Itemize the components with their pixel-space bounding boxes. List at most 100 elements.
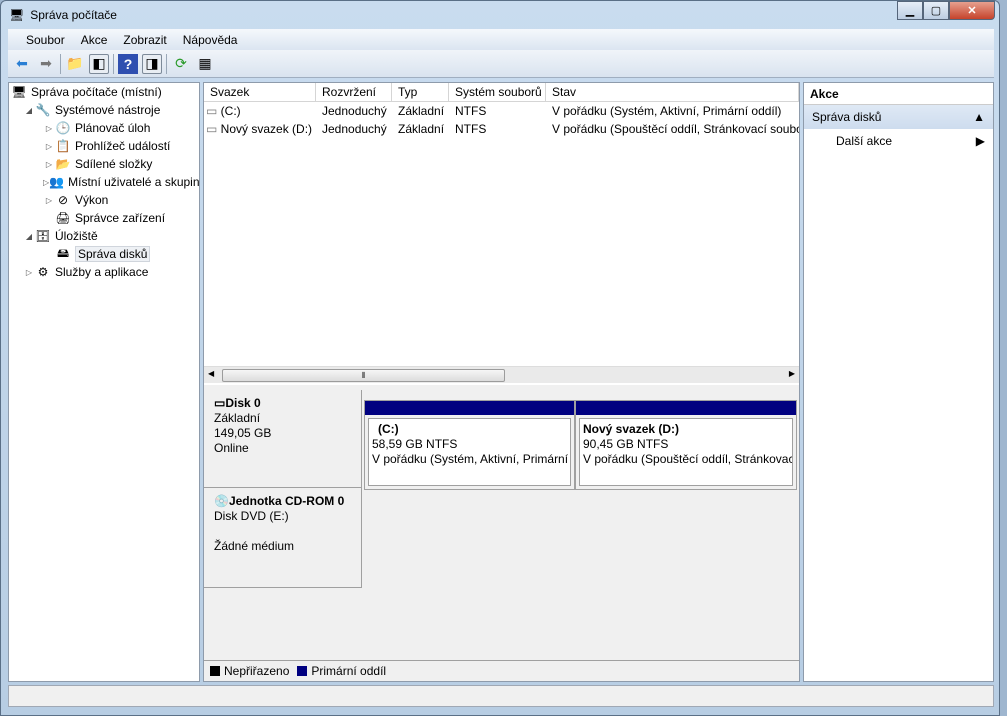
- disk-name: Jednotka CD-ROM 0: [228, 494, 345, 508]
- show-hide-console-tree-icon[interactable]: ◧: [89, 53, 109, 74]
- section-label: Správa disků: [812, 110, 882, 124]
- close-button[interactable]: ✕: [949, 1, 995, 20]
- horizontal-scrollbar[interactable]: ◀ ⦀ ▶: [204, 366, 799, 383]
- tree-item[interactable]: 🖥 Správa počítače (místní): [9, 83, 199, 101]
- disk-name: Disk 0: [225, 396, 261, 410]
- column-header-system-souboru[interactable]: Systém souborů: [449, 83, 546, 101]
- expand-arrow-icon[interactable]: ◢: [23, 232, 35, 241]
- table-cell: Základní: [392, 104, 449, 118]
- partition-d[interactable]: Nový svazek (D:) 90,45 GB NTFS V pořádku…: [575, 400, 797, 490]
- forward-icon[interactable]: ➡: [36, 54, 56, 74]
- toolbar: ⬅ ➡ 📁 ◧ ? ◨ ⟳ ▦: [8, 50, 994, 78]
- tree-item[interactable]: 🖨 Správce zařízení: [9, 209, 199, 227]
- cdrom-icon: 💿: [214, 494, 229, 508]
- menu-napoveda[interactable]: Nápověda: [175, 33, 246, 47]
- disk-graph: ▭Disk 0 Základní 149,05 GB Online (C:) 5…: [204, 390, 799, 660]
- partition-name: (C:): [378, 422, 399, 436]
- computer-management-icon: 🖥: [9, 8, 25, 22]
- scrollbar-thumb[interactable]: ⦀: [222, 369, 505, 382]
- expand-arrow-icon[interactable]: ◢: [23, 106, 35, 115]
- tree-item[interactable]: ▷ 📋 Prohlížeč událostí: [9, 137, 199, 155]
- expand-arrow-icon[interactable]: ▷: [43, 196, 55, 205]
- column-header-svazek[interactable]: Svazek: [204, 83, 316, 101]
- disk-type: Základní: [214, 411, 261, 425]
- column-header-stav[interactable]: Stav: [546, 83, 799, 101]
- tree-item-label: Správa počítače (místní): [31, 85, 162, 99]
- legend-label: Nepřiřazeno: [224, 664, 290, 678]
- table-row[interactable]: ▭ Nový svazek (D:) Jednoduchý Základní NTFS…: [204, 120, 799, 138]
- item-label: Další akce: [836, 134, 893, 148]
- tree-item[interactable]: ▷ 📂 Sdílené složky: [9, 155, 199, 173]
- tree-item[interactable]: ▷ 🕒 Plánovač úloh: [9, 119, 199, 137]
- table-row[interactable]: ▭ (C:) Jednoduchý Základní NTFS V pořádku (S…: [204, 102, 799, 120]
- disk-0-label[interactable]: ▭Disk 0 Základní 149,05 GB Online: [204, 390, 362, 488]
- partition-status: V pořádku (Spouštěcí oddíl, Stránkovac: [583, 452, 793, 466]
- menu-zobrazit[interactable]: Zobrazit: [115, 33, 174, 47]
- help-icon[interactable]: ?: [118, 53, 138, 74]
- expand-arrow-icon[interactable]: ▷: [43, 124, 55, 133]
- tree-item-label: Úložiště: [55, 229, 98, 243]
- disk-status: Žádné médium: [214, 539, 295, 553]
- window-title: Správa počítače: [30, 8, 117, 22]
- tree-item-label: Prohlížeč událostí: [75, 139, 171, 153]
- expand-arrow-icon[interactable]: ▷: [43, 160, 55, 169]
- table-cell: V pořádku (Spouštěcí oddíl, Stránkovací …: [546, 122, 799, 136]
- back-icon[interactable]: ⬅: [12, 54, 32, 74]
- tree-item[interactable]: ◢ 🗄 Úložiště: [9, 227, 199, 245]
- services-icon: ⚙: [37, 265, 49, 279]
- actions-section-disk-management[interactable]: Správa disků ▲: [804, 105, 993, 129]
- cell-text: Základní: [398, 104, 445, 118]
- tree-item-label: Systémové nástroje: [55, 103, 161, 117]
- cell-text: Jednoduchý: [322, 104, 387, 118]
- column-header-rozvrzeni[interactable]: Rozvržení: [316, 83, 392, 101]
- legend-label: Primární oddíl: [311, 664, 387, 678]
- volume-icon: ▭: [206, 104, 221, 118]
- tree-item[interactable]: ◢ 🔧 Systémové nástroje: [9, 101, 199, 119]
- table-cell: ▭ (C:): [204, 104, 316, 118]
- minimize-button[interactable]: ▁: [897, 1, 923, 20]
- partition-name: Nový svazek (D:): [583, 422, 680, 436]
- menu-akce[interactable]: Akce: [73, 33, 116, 47]
- actions-pane: Akce Správa disků ▲ Další akce ▶: [803, 82, 994, 682]
- maximize-button[interactable]: ▢: [923, 1, 949, 20]
- disk-size: 149,05 GB: [214, 426, 272, 440]
- cell-text: Základní: [398, 122, 445, 136]
- expand-arrow-icon[interactable]: ▷: [23, 268, 35, 277]
- up-folder-icon[interactable]: 📁: [65, 54, 85, 74]
- tree-item[interactable]: ▷ ⚙ Služby a aplikace: [9, 263, 199, 281]
- show-hide-action-pane-icon[interactable]: ◨: [142, 53, 162, 74]
- more-actions-item[interactable]: Další akce ▶: [804, 129, 993, 153]
- column-header-typ[interactable]: Typ: [392, 83, 449, 101]
- tree-item-label: Plánovač úloh: [75, 121, 151, 135]
- volume-list: Svazek Rozvržení Typ Systém souborů Stav…: [204, 83, 799, 385]
- legend: Nepřiřazeno Primární oddíl: [204, 660, 799, 681]
- actions-header: Akce: [804, 83, 993, 105]
- clock-icon: 🕒: [55, 121, 71, 135]
- cdrom-0-label[interactable]: 💿Jednotka CD-ROM 0 Disk DVD (E:) Žádné m…: [204, 488, 362, 588]
- storage-icon: 🗄: [35, 229, 51, 243]
- legend-swatch-unallocated: [210, 666, 220, 676]
- tree-item[interactable]: ▷ 👥 Místní uživatelé a skupiny: [9, 173, 199, 191]
- partition-size: 58,59 GB NTFS: [372, 437, 458, 451]
- menu-soubor[interactable]: Soubor: [18, 33, 73, 47]
- cell-text: (C:): [220, 104, 241, 118]
- cell-text: V pořádku (Spouštěcí oddíl, Stránkovací …: [552, 122, 799, 136]
- partition-c[interactable]: (C:) 58,59 GB NTFS V pořádku (Systém, Ak…: [364, 400, 575, 490]
- table-cell: Jednoduchý: [316, 122, 392, 136]
- tree-item[interactable]: ▷ ⊘ Výkon: [9, 191, 199, 209]
- expand-arrow-icon[interactable]: ▷: [43, 142, 55, 151]
- tree-item[interactable]: 🖴 Správa disků: [9, 245, 199, 263]
- computer-icon: 🖥: [11, 85, 27, 99]
- volume-icon: ▭: [206, 122, 221, 136]
- cell-text: NTFS: [455, 122, 487, 136]
- shared-folder-icon: 📂: [55, 157, 71, 171]
- cell-text: V pořádku (Systém, Aktivní, Primární odd…: [552, 104, 782, 118]
- refresh-icon[interactable]: ⟳: [171, 54, 191, 74]
- properties-icon[interactable]: ▦: [195, 54, 215, 74]
- app-window: 🖥 Správa počítače ▁ ▢ ✕ Soubor Akce Zobr…: [0, 0, 1000, 716]
- collapse-icon: ▲: [973, 110, 985, 124]
- submenu-arrow-icon: ▶: [975, 134, 985, 148]
- cell-text: NTFS: [455, 104, 487, 118]
- title-bar: 🖥 Správa počítače: [9, 5, 117, 25]
- table-cell: V pořádku (Systém, Aktivní, Primární odd…: [546, 104, 799, 118]
